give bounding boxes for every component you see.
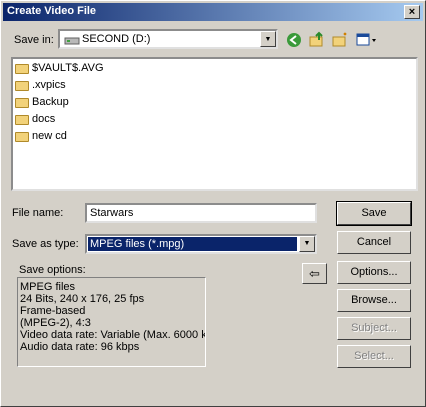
option-line: Video data rate: Variable (Max. 6000 k <box>20 329 206 341</box>
folder-icon <box>15 81 29 91</box>
options-button[interactable]: Options... <box>337 261 411 284</box>
folder-icon <box>15 115 29 125</box>
new-folder-icon[interactable] <box>331 31 349 49</box>
cancel-button[interactable]: Cancel <box>337 231 411 254</box>
file-name-input[interactable]: Starwars <box>85 203 317 223</box>
save-as-type-dropdown[interactable]: MPEG files (*.mpg) ▼ <box>85 234 317 254</box>
option-line: Frame-based <box>20 305 86 317</box>
save-options-box: MPEG files 24 Bits, 240 x 176, 25 fps Fr… <box>17 277 206 367</box>
select-button[interactable]: Select... <box>337 345 411 368</box>
save-button[interactable]: Save <box>336 201 412 226</box>
file-name: $VAULT$.AVG <box>32 62 104 74</box>
file-name-label: File name: <box>12 207 64 219</box>
option-line: (MPEG-2), 4:3 <box>20 317 91 329</box>
option-line: MPEG files <box>20 281 76 293</box>
option-line: Audio data rate: 96 kbps <box>20 341 140 353</box>
file-name: .xvpics <box>32 79 66 91</box>
chevron-down-icon[interactable]: ▼ <box>260 31 276 47</box>
file-name: Backup <box>32 96 69 108</box>
view-menu-icon[interactable] <box>355 31 379 49</box>
close-button[interactable]: × <box>404 5 420 19</box>
left-arrow-button[interactable]: ⇦ <box>302 263 327 284</box>
save-in-dropdown[interactable]: SECOND (D:) ▼ <box>58 29 278 49</box>
drive-icon <box>64 37 80 45</box>
up-folder-icon[interactable] <box>308 31 326 49</box>
save-options-label: Save options: <box>19 264 86 276</box>
option-line: 24 Bits, 240 x 176, 25 fps <box>20 293 145 305</box>
dialog-window: Create Video File × Save in: SECOND (D:)… <box>0 0 426 407</box>
folder-icon <box>15 98 29 108</box>
folder-icon <box>15 132 29 142</box>
save-in-label: Save in: <box>14 34 54 46</box>
back-icon[interactable] <box>285 31 303 49</box>
file-name: new cd <box>32 130 67 142</box>
chevron-down-icon[interactable]: ▼ <box>299 236 315 252</box>
file-list[interactable]: $VAULT$.AVG .xvpics Backup docs new cd <box>11 57 418 191</box>
title-bar[interactable]: Create Video File × <box>3 3 423 21</box>
save-as-type-label: Save as type: <box>12 238 79 250</box>
file-name: docs <box>32 113 56 125</box>
subject-button[interactable]: Subject... <box>337 317 411 340</box>
save-as-type-value: MPEG files (*.mpg) <box>88 237 297 251</box>
browse-button[interactable]: Browse... <box>337 289 411 312</box>
save-in-value: SECOND (D:) <box>82 33 151 45</box>
window-title: Create Video File <box>7 5 97 17</box>
folder-icon <box>15 64 29 74</box>
